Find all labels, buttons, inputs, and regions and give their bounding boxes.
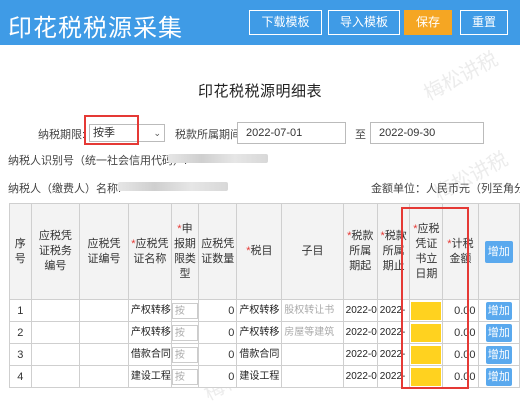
cell-voucher-name[interactable]: 产权转移 <box>129 303 171 319</box>
cell-voucher-tax-no[interactable] <box>30 299 81 322</box>
taxpayer-name-label: 纳税人（缴费人）名称: <box>8 183 122 195</box>
save-button[interactable]: 保存 <box>404 10 452 35</box>
cell-period-start[interactable]: 2022-0 <box>344 347 377 363</box>
cell-voucher-qty[interactable]: 0 <box>198 343 238 366</box>
cell-voucher-name[interactable]: 建设工程 <box>129 369 171 385</box>
header-voucher-name: *应税凭证名称 <box>127 203 172 300</box>
range-separator: 至 <box>355 129 366 141</box>
cell-voucher-tax-no[interactable] <box>30 321 81 344</box>
taxpayer-id-label: 纳税人识别号（统一社会信用代码）: <box>8 155 188 167</box>
header-tax-item: *税目 <box>236 203 283 300</box>
cell-sub-item-select[interactable]: 股权转让书 <box>283 303 342 319</box>
download-template-button[interactable]: 下载模板 <box>249 10 322 35</box>
header-period-start: *税款所属期起 <box>342 203 378 300</box>
cell-seq: 3 <box>9 343 32 366</box>
header-voucher-tax-no: 应税凭证税务编号 <box>30 203 81 300</box>
cell-voucher-qty[interactable]: 0 <box>198 365 238 388</box>
cell-voucher-tax-no[interactable] <box>30 343 81 366</box>
end-date-input[interactable]: 2022-09-30 <box>370 122 484 144</box>
currency-unit: 金额单位：人民币元（列至角分） <box>371 183 520 195</box>
app-title: 印花税税源采集 <box>8 14 183 42</box>
cell-tax-item-select[interactable]: 借款合同 <box>238 347 281 363</box>
redacted-taxpayer-id <box>168 154 268 163</box>
cell-period-start[interactable]: 2022-0 <box>344 303 377 319</box>
redacted-taxpayer-name <box>118 182 228 191</box>
cell-seq: 1 <box>9 299 32 322</box>
header-sub-item: 子目 <box>281 203 344 300</box>
cell-tax-item-select[interactable]: 建设工程 <box>238 369 281 385</box>
row-add-button[interactable]: 增加 <box>485 323 512 342</box>
cell-voucher-name[interactable]: 产权转移 <box>129 325 171 341</box>
header-voucher-no: 应税凭证编号 <box>79 203 129 300</box>
cell-tax-item-select[interactable]: 产权转移 <box>238 303 281 319</box>
reset-button[interactable]: 重置 <box>460 10 508 35</box>
row-add-button[interactable]: 增加 <box>485 367 512 386</box>
header-period-type: *申报期限类型 <box>170 203 200 300</box>
cell-sub-item-select[interactable]: 房屋等建筑 <box>283 325 342 341</box>
start-date-input[interactable]: 2022-07-01 <box>237 122 346 144</box>
form-title: 印花税税源明细表 <box>197 83 322 100</box>
cell-voucher-qty[interactable]: 0 <box>198 299 238 322</box>
period-label: 纳税期限: <box>38 129 86 141</box>
cell-voucher-tax-no[interactable] <box>30 365 81 388</box>
cell-voucher-qty[interactable]: 0 <box>198 321 238 344</box>
cell-seq: 2 <box>9 321 32 344</box>
tax-period-range-label: 税款所属期间: <box>175 129 245 141</box>
cell-voucher-no[interactable] <box>79 365 129 388</box>
cell-sub-item-select[interactable] <box>283 369 342 385</box>
header-voucher-qty: 应税凭证数量 <box>198 203 238 300</box>
app-header: 印花税税源采集 下载模板 导入模板 保存 重置 <box>0 0 520 45</box>
cell-period-type-select[interactable]: 按 <box>172 302 198 319</box>
cell-period-type-select[interactable]: 按 <box>172 324 198 341</box>
row-add-button[interactable]: 增加 <box>485 301 512 320</box>
import-template-button[interactable]: 导入模板 <box>328 10 400 35</box>
cell-tax-item-select[interactable]: 产权转移 <box>238 325 281 341</box>
cell-voucher-no[interactable] <box>79 321 129 344</box>
header-add: 增加 <box>477 203 520 300</box>
header-seq: 序号 <box>9 203 32 300</box>
cell-sub-item-select[interactable] <box>283 347 342 363</box>
cell-voucher-no[interactable] <box>79 299 129 322</box>
highlight-box-columns <box>401 207 469 389</box>
row-add-button[interactable]: 增加 <box>485 345 512 364</box>
cell-period-start[interactable]: 2022-0 <box>344 369 377 385</box>
cell-period-type-select[interactable]: 按 <box>172 368 198 385</box>
add-row-button[interactable]: 增加 <box>484 240 513 263</box>
chevron-down-icon: ⌄ <box>153 128 161 138</box>
cell-voucher-name[interactable]: 借款合同 <box>129 347 171 363</box>
cell-seq: 4 <box>9 365 32 388</box>
cell-voucher-no[interactable] <box>79 343 129 366</box>
cell-period-start[interactable]: 2022-0 <box>344 325 377 341</box>
watermark: 梅松讲税 <box>429 146 512 206</box>
cell-period-type-select[interactable]: 按 <box>172 346 198 363</box>
highlight-box-period <box>84 115 139 145</box>
